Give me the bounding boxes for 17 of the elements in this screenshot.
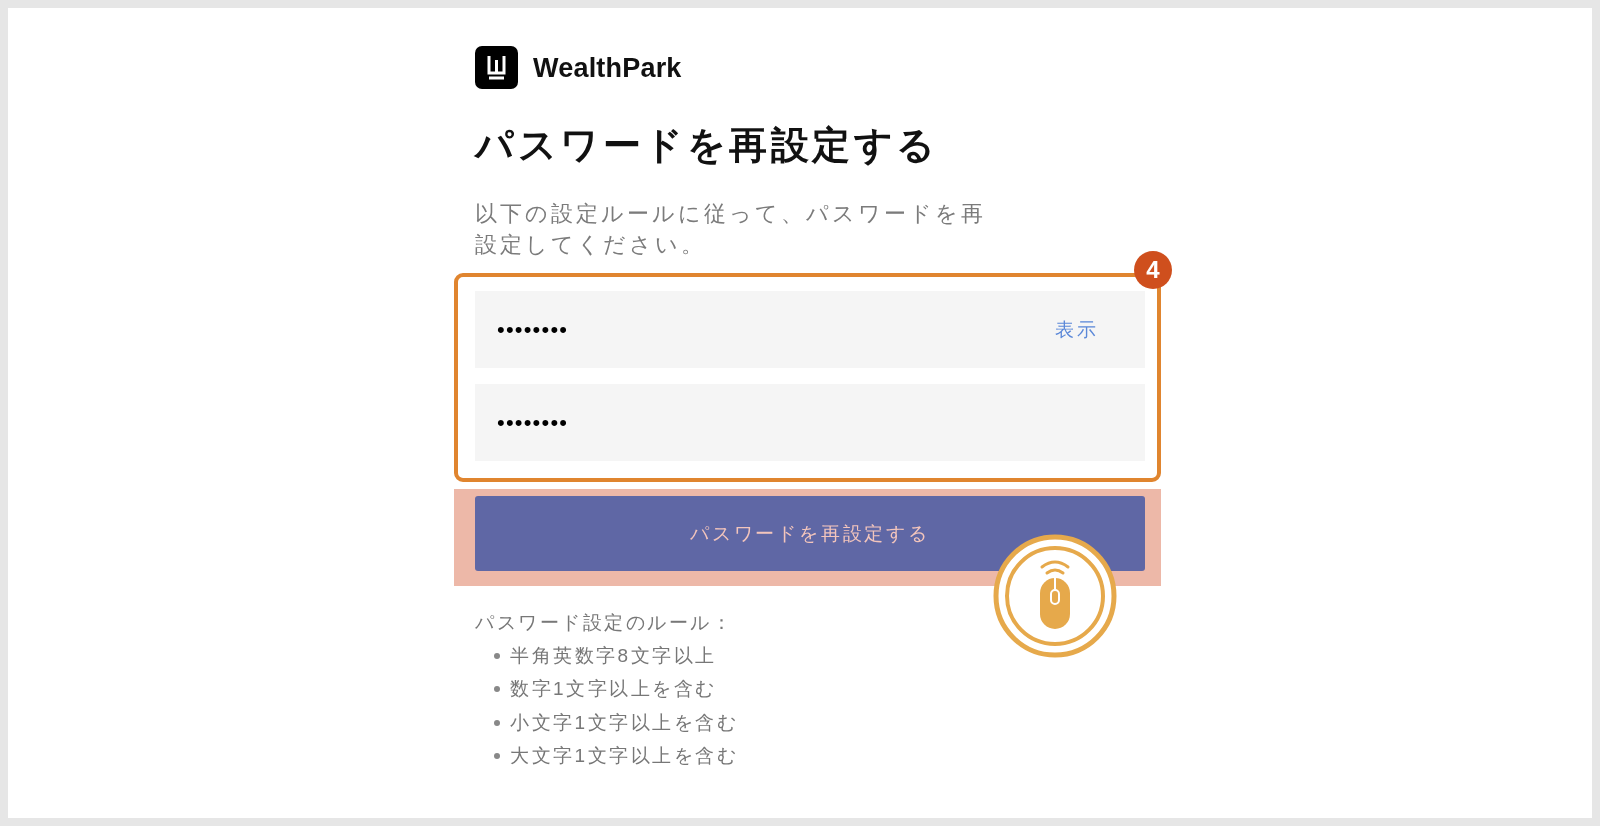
- rule-text: 小文字1文字以上を含む: [510, 710, 739, 735]
- rule-text: 大文字1文字以上を含む: [510, 744, 739, 769]
- page-title: パスワードを再設定する: [475, 123, 939, 168]
- bullet-icon: [494, 686, 500, 693]
- rules-heading: パスワード設定のルール：: [475, 611, 733, 635]
- bullet-icon: [494, 753, 500, 760]
- mouse-click-icon: [993, 534, 1117, 658]
- logo-wordmark: WealthPark: [533, 51, 682, 84]
- rule-text: 数字1文字以上を含む: [510, 677, 717, 702]
- instruction-text: 以下の設定ルールに従って、パスワードを再設定してください。: [475, 200, 987, 259]
- bullet-icon: [494, 719, 500, 726]
- rule-text: 半角英数字8文字以上: [510, 643, 717, 668]
- password-field[interactable]: ••••••••: [475, 384, 1145, 461]
- logo-icon: [475, 46, 518, 89]
- bullet-icon: [494, 652, 500, 659]
- step-number-badge: 4: [1134, 251, 1172, 289]
- password-field[interactable]: •••••••• 表示: [475, 291, 1145, 368]
